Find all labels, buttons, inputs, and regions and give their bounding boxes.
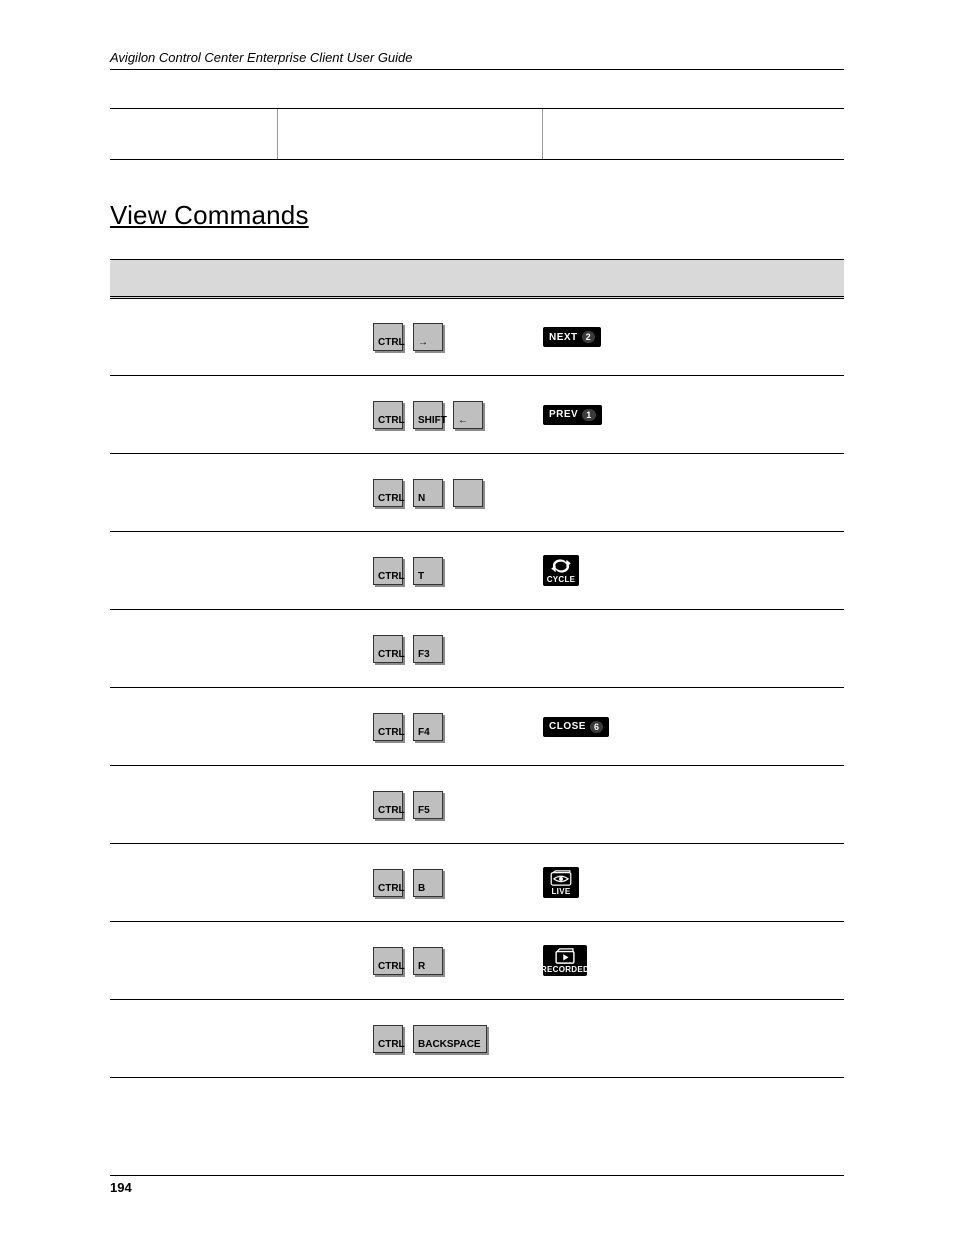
live-icon: LIVE (543, 867, 579, 898)
header-title: Avigilon Control Center Enterprise Clien… (110, 50, 413, 65)
page-number: 194 (110, 1180, 132, 1195)
key-f4: F4 (413, 713, 443, 741)
key-ctrl: CTRL (373, 323, 403, 351)
next-num: 2 (582, 331, 596, 343)
key-t: T (413, 557, 443, 585)
page-footer: 194 (110, 1175, 844, 1195)
table-row: CTRL BACKSPACE (110, 1000, 844, 1078)
key-ctrl: CTRL (373, 947, 403, 975)
prev-num: 1 (582, 409, 596, 421)
cmd-desc (110, 298, 365, 376)
close-num: 6 (590, 721, 604, 733)
table-row: CTRL → NEXT 2 (110, 298, 844, 376)
table-row: CTRL F5 (110, 766, 844, 844)
key-ctrl: CTRL (373, 1025, 403, 1053)
recorded-icon: RECORDED (543, 945, 587, 976)
frag-col-1 (110, 109, 278, 159)
key-ctrl: CTRL (373, 791, 403, 819)
table-row: CTRL B LIVE (110, 844, 844, 922)
recorded-label: RECORDED (541, 966, 589, 974)
prev-button: PREV 1 (543, 405, 602, 425)
close-label: CLOSE (549, 721, 586, 732)
play-folder-icon (554, 948, 576, 964)
hdr-col-1 (110, 260, 365, 298)
table-row: CTRL F3 (110, 610, 844, 688)
cycle-arrows-icon (550, 558, 572, 574)
next-label: NEXT (549, 332, 578, 343)
frag-col-2 (278, 109, 543, 159)
key-f5: F5 (413, 791, 443, 819)
hdr-col-2 (365, 260, 535, 298)
close-button: CLOSE 6 (543, 717, 609, 737)
table-row: CTRL N (110, 454, 844, 532)
key-n: N (413, 479, 443, 507)
cycle-label: CYCLE (547, 576, 576, 584)
eye-icon (550, 870, 572, 886)
table-row: CTRL SHIFT ← PREV 1 (110, 376, 844, 454)
top-table-fragment (110, 108, 844, 160)
key-ctrl: CTRL (373, 635, 403, 663)
key-right: → (413, 323, 443, 351)
table-row: CTRL F4 CLOSE 6 (110, 688, 844, 766)
key-r: R (413, 947, 443, 975)
table-row: CTRL T CYCLE (110, 532, 844, 610)
next-button: NEXT 2 (543, 327, 601, 347)
frag-col-3 (543, 109, 844, 159)
key-left: ← (453, 401, 483, 429)
table-row: CTRL R RECORDED (110, 922, 844, 1000)
page-header: Avigilon Control Center Enterprise Clien… (110, 50, 844, 70)
key-ctrl: CTRL (373, 713, 403, 741)
live-label: LIVE (552, 888, 571, 896)
key-generic (453, 479, 483, 507)
key-ctrl: CTRL (373, 401, 403, 429)
key-backspace: BACKSPACE (413, 1025, 487, 1053)
prev-label: PREV (549, 409, 578, 420)
key-ctrl: CTRL (373, 479, 403, 507)
section-heading: View Commands (110, 200, 844, 231)
cmd-alt: NEXT 2 (535, 298, 844, 376)
key-f3: F3 (413, 635, 443, 663)
key-ctrl: CTRL (373, 869, 403, 897)
cmd-keys: CTRL → (365, 298, 535, 376)
table-header-row (110, 260, 844, 298)
view-commands-table: CTRL → NEXT 2 CTRL SHIFT (110, 259, 844, 1078)
key-b: B (413, 869, 443, 897)
key-ctrl: CTRL (373, 557, 403, 585)
cycle-icon: CYCLE (543, 555, 579, 586)
hdr-col-3 (535, 260, 844, 298)
key-shift: SHIFT (413, 401, 443, 429)
document-page: Avigilon Control Center Enterprise Clien… (0, 0, 954, 1235)
